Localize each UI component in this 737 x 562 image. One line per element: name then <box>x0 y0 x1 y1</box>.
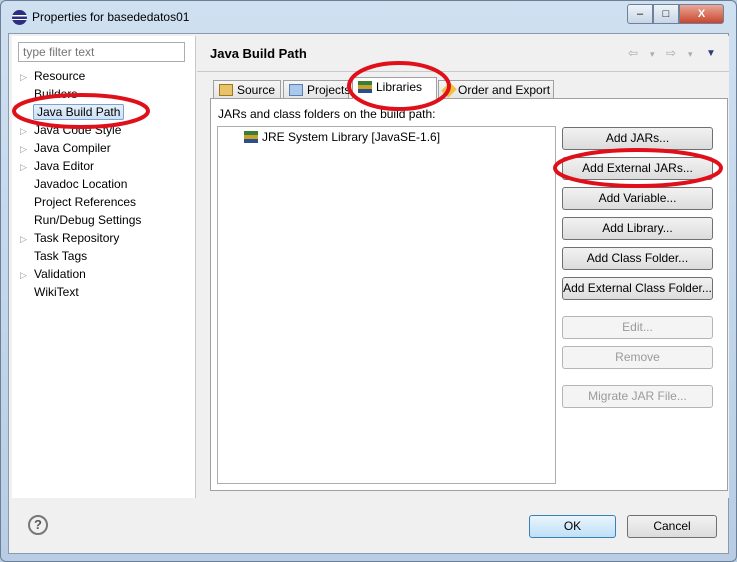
back-dropdown-icon[interactable]: ▾ <box>650 49 655 60</box>
tree-item-label: Task Repository <box>34 231 120 245</box>
eclipse-icon <box>12 10 27 25</box>
tree-item[interactable]: ▷ Java Code Style <box>20 121 121 139</box>
expand-arrow-icon[interactable]: ▷ <box>20 266 34 284</box>
add-library-button[interactable]: Add Library... <box>562 217 713 240</box>
tree-item[interactable]: Builders <box>20 85 77 103</box>
add-external-class-folder-button[interactable]: Add External Class Folder... <box>562 277 713 300</box>
cancel-button[interactable]: Cancel <box>627 515 717 538</box>
page-title: Java Build Path <box>210 46 307 61</box>
tree-item-label: Run/Debug Settings <box>34 213 142 227</box>
tree-item[interactable]: Javadoc Location <box>20 175 127 193</box>
library-icon <box>244 131 258 143</box>
expand-arrow-icon[interactable]: ▷ <box>20 158 34 176</box>
tree-item[interactable]: Java Build Path <box>19 103 125 121</box>
expand-arrow-icon[interactable]: ▷ <box>20 122 34 140</box>
add-external-jars-button[interactable]: Add External JARs... <box>562 157 713 180</box>
list-item[interactable]: JRE System Library [JavaSE-1.6] <box>244 130 440 144</box>
tree-item-label: WikiText <box>34 285 79 299</box>
source-folder-icon <box>219 84 233 96</box>
tree-item-label: Java Compiler <box>34 141 111 155</box>
expand-arrow-icon[interactable]: ▷ <box>20 230 34 248</box>
migrate-jar-file-button[interactable]: Migrate JAR File... <box>562 385 713 408</box>
divider <box>197 71 729 72</box>
add-variable-button[interactable]: Add Variable... <box>562 187 713 210</box>
tree-item[interactable]: ▷ Java Compiler <box>20 139 111 157</box>
tree-item-label: Javadoc Location <box>34 177 128 191</box>
help-button[interactable]: ? <box>28 515 48 535</box>
build-path-label: JARs and class folders on the build path… <box>218 107 436 121</box>
tree-item[interactable]: ▷ Resource <box>20 67 85 85</box>
tree-item-label: Project References <box>34 195 137 209</box>
minimize-button[interactable]: – <box>627 4 653 24</box>
close-button[interactable]: X <box>679 4 724 24</box>
tab-source[interactable]: Source <box>213 80 281 99</box>
tree-item-label: Java Editor <box>34 159 95 173</box>
expand-arrow-icon[interactable]: ▷ <box>20 68 34 86</box>
tab-libraries[interactable]: Libraries <box>352 77 437 99</box>
libraries-icon <box>358 81 372 93</box>
tree-item[interactable]: WikiText <box>20 283 79 301</box>
remove-button[interactable]: Remove <box>562 346 713 369</box>
project-folder-icon <box>289 84 303 96</box>
add-jars-button[interactable]: Add JARs... <box>562 127 713 150</box>
libraries-list[interactable]: JRE System Library [JavaSE-1.6] <box>217 126 556 484</box>
ok-button[interactable]: OK <box>529 515 616 538</box>
window-title: Properties for basededatos01 <box>32 10 190 24</box>
tree-item[interactable]: ▷ Task Repository <box>20 229 119 247</box>
add-class-folder-button[interactable]: Add Class Folder... <box>562 247 713 270</box>
filter-input[interactable] <box>18 42 185 62</box>
tree-item-label: Validation <box>34 267 86 281</box>
maximize-button[interactable]: □ <box>653 4 679 24</box>
tree-item[interactable]: ▷ Validation <box>20 265 86 283</box>
tree-item[interactable]: ▷ Java Editor <box>20 157 94 175</box>
forward-dropdown-icon[interactable]: ▾ <box>688 49 693 60</box>
tree-item[interactable]: Project References <box>20 193 136 211</box>
view-menu-icon[interactable]: ▼ <box>706 48 716 59</box>
tree-item-label: Java Code Style <box>34 123 122 137</box>
tree-item-label: Task Tags <box>34 249 88 263</box>
tree-item-label: Builders <box>34 87 78 101</box>
edit-button[interactable]: Edit... <box>562 316 713 339</box>
order-export-icon <box>441 82 457 98</box>
tree-item-label: Java Build Path <box>33 104 125 120</box>
forward-arrow-icon[interactable]: ⇨ <box>666 46 676 60</box>
tab-order-and-export[interactable]: Order and Export <box>438 80 554 99</box>
tree-item-label: Resource <box>34 69 86 83</box>
tree-item[interactable]: Run/Debug Settings <box>20 211 141 229</box>
tree-item[interactable]: Task Tags <box>20 247 87 265</box>
back-arrow-icon[interactable]: ⇦ <box>628 46 638 60</box>
expand-arrow-icon[interactable]: ▷ <box>20 140 34 158</box>
tab-projects[interactable]: Projects <box>283 80 350 99</box>
